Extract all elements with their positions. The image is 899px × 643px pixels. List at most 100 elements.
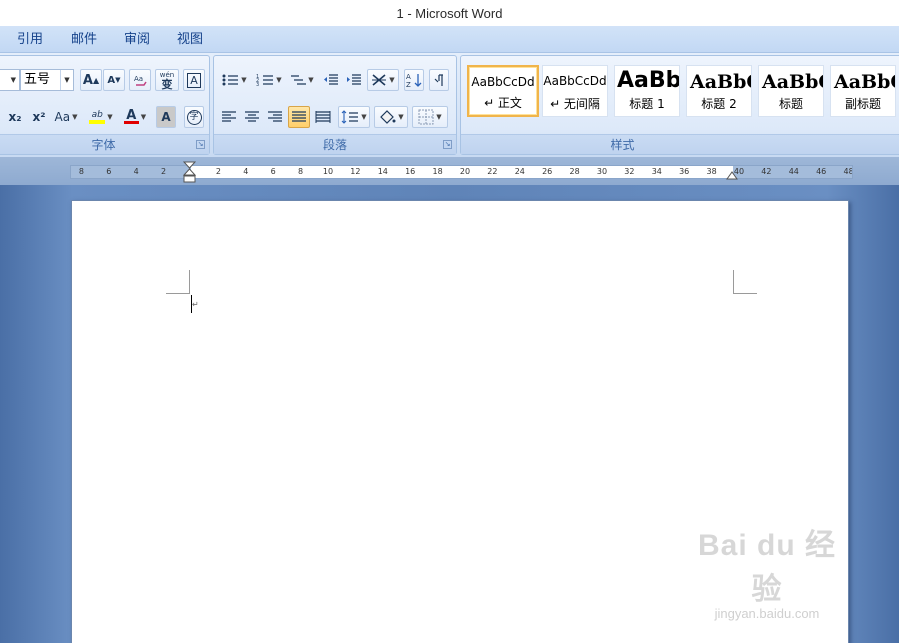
highlight-label: ab: [91, 110, 103, 120]
style-title[interactable]: AaBbC 标题: [758, 65, 824, 117]
document-area: ↵ Bai du 经验 jingyan.baidu.com: [0, 185, 899, 643]
highlight-swatch: [89, 120, 106, 124]
increase-indent-icon: [347, 74, 361, 85]
style-sample: AaBbCcDd: [543, 74, 607, 88]
svg-text:Aa: Aa: [134, 75, 143, 83]
paragraph-mark: ↵: [192, 300, 199, 309]
paragraph-dialog-launcher-icon[interactable]: ↘: [443, 140, 452, 149]
change-case-button[interactable]: Aa ▼: [52, 106, 80, 128]
chevron-down-icon: ▼: [361, 113, 367, 121]
tab-mailings[interactable]: 邮件: [71, 26, 97, 53]
styles-group: AaBbCcDd ↵ 正文 AaBbCcDd ↵ 无间隔 AaBb 标题 1 A…: [460, 55, 899, 155]
tab-references[interactable]: 引用: [17, 26, 43, 53]
style-no-spacing[interactable]: AaBbCcDd ↵ 无间隔: [542, 65, 608, 117]
chevron-down-icon: ▼: [389, 76, 395, 84]
subscript-button[interactable]: x₂: [4, 106, 26, 128]
ruler-tick-label: 38: [706, 167, 717, 176]
bullet-list-icon: [222, 74, 239, 86]
decrease-indent-icon: [324, 74, 338, 85]
ruler-tick-label: 14: [377, 167, 388, 176]
style-sample: AaBb: [617, 68, 680, 93]
align-center-icon: [245, 111, 259, 122]
ruler-tick-label: 4: [133, 167, 139, 176]
superscript-button[interactable]: x²: [28, 106, 50, 128]
decrease-indent-button[interactable]: [321, 69, 341, 91]
chinese-layout-button[interactable]: ▼: [367, 69, 399, 91]
increase-indent-button[interactable]: [344, 69, 364, 91]
borders-button[interactable]: ▼: [412, 106, 448, 128]
clear-format-icon: Aa: [134, 75, 147, 86]
distributed-icon: [315, 111, 331, 123]
grow-font-button[interactable]: A ▲: [80, 69, 102, 91]
style-heading-2[interactable]: AaBbC 标题 2: [686, 65, 752, 117]
align-left-button[interactable]: [218, 106, 240, 128]
shrink-font-button[interactable]: A ▼: [103, 69, 125, 91]
tab-view[interactable]: 视图: [177, 26, 203, 53]
character-shading-button[interactable]: A: [156, 106, 176, 128]
chevron-down-icon: ▼: [308, 76, 314, 84]
font-color-swatch: [123, 121, 139, 124]
ruler-tick-label: 16: [405, 167, 416, 176]
justify-button[interactable]: [288, 106, 310, 128]
font-name-dropdown[interactable]: ▼: [0, 69, 20, 91]
grow-font-label: A: [82, 72, 93, 88]
distributed-button[interactable]: [312, 106, 334, 128]
multilevel-list-icon: [291, 75, 307, 85]
character-border-button[interactable]: A: [183, 69, 205, 91]
font-group-label: 字体: [0, 134, 209, 154]
style-normal[interactable]: AaBbCcDd ↵ 正文: [467, 65, 539, 117]
ribbon-tabs: 引用 邮件 审阅 视图: [0, 26, 899, 53]
font-size-dropdown[interactable]: 五号 ▼: [20, 69, 74, 91]
margin-corner-top-right: [733, 270, 757, 294]
bullets-button[interactable]: ▼: [217, 69, 251, 91]
style-sample: AaBbC: [690, 71, 751, 93]
highlight-color-button[interactable]: ab ▼: [84, 106, 118, 128]
sort-icon: AZ: [406, 73, 422, 88]
style-heading-1[interactable]: AaBb 标题 1: [614, 65, 680, 117]
style-name: ↵ 无间隔: [550, 97, 600, 111]
font-size-value: 五号: [24, 72, 51, 87]
enclose-characters-label: 字: [186, 109, 202, 125]
right-indent-marker-icon[interactable]: [726, 170, 738, 180]
font-dialog-launcher-icon[interactable]: ↘: [196, 140, 205, 149]
clear-format-button[interactable]: Aa: [129, 69, 151, 91]
style-subtitle[interactable]: AaBbC 副标题: [830, 65, 896, 117]
ruler-tick-label: 26: [542, 167, 553, 176]
numbering-button[interactable]: 1 2 3 ▼: [252, 69, 286, 91]
chevron-down-icon[interactable]: ▼: [60, 70, 73, 90]
ruler-tick-label: 6: [106, 167, 112, 176]
justify-icon: [292, 111, 306, 122]
line-spacing-button[interactable]: ▼: [338, 106, 370, 128]
character-border-label: A: [187, 72, 201, 88]
chevron-down-icon: ▼: [398, 113, 404, 121]
ruler-tick-label: 8: [298, 167, 304, 176]
shrink-font-label: A: [107, 74, 116, 86]
caret-down-icon: ▼: [115, 76, 121, 84]
borders-icon: [418, 109, 434, 125]
chevron-down-icon: ▼: [72, 113, 78, 121]
tab-review[interactable]: 审阅: [124, 26, 150, 53]
multilevel-list-button[interactable]: ▼: [287, 69, 317, 91]
enclose-characters-button[interactable]: 字: [184, 106, 204, 128]
numbered-list-icon: 123: [256, 74, 274, 87]
ruler-tick-label: 34: [651, 167, 662, 176]
style-name: 副标题: [844, 97, 881, 111]
phonetic-guide-button[interactable]: wén 变: [155, 69, 179, 91]
ruler-tick-label: 28: [569, 167, 580, 176]
show-hide-marks-button[interactable]: [429, 69, 449, 91]
shading-button[interactable]: ▼: [374, 106, 408, 128]
chevron-down-icon: ▼: [241, 76, 247, 84]
font-color-button[interactable]: A ▼: [120, 106, 150, 128]
font-color-label: A: [126, 108, 137, 123]
sort-button[interactable]: AZ: [404, 69, 424, 91]
chevron-down-icon: ▼: [140, 113, 147, 121]
ruler-tick-label: 44: [788, 167, 799, 176]
align-left-icon: [222, 111, 236, 122]
ruler-tick-label: 2: [161, 167, 167, 176]
watermark-sub: jingyan.baidu.com: [714, 606, 820, 621]
indent-marker-icon[interactable]: [183, 161, 196, 183]
align-right-button[interactable]: [264, 106, 286, 128]
ruler-tick-label: 2: [215, 167, 221, 176]
ruler-tick-label: 22: [487, 167, 498, 176]
align-center-button[interactable]: [241, 106, 263, 128]
